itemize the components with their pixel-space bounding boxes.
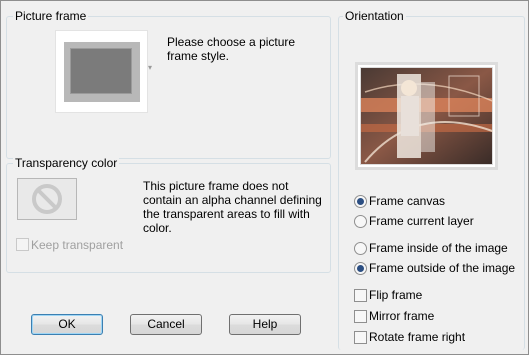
- orientation-preview-image: [355, 62, 498, 170]
- keep-transparent-label: Keep transparent: [31, 238, 124, 252]
- orientation-preview-art: [355, 62, 498, 170]
- transparency-color-swatch[interactable]: [17, 178, 77, 220]
- rotate-frame-right-checkbox[interactable]: [354, 331, 367, 344]
- picture-frame-group-title: Picture frame: [13, 9, 89, 23]
- frame-thumbnail: [64, 42, 140, 102]
- flip-frame-checkbox[interactable]: [354, 289, 367, 302]
- frame-current-layer-label: Frame current layer: [369, 214, 474, 228]
- keep-transparent-checkbox[interactable]: [16, 238, 29, 251]
- chevron-down-icon[interactable]: ▾: [148, 64, 154, 72]
- orientation-group-title: Orientation: [343, 9, 406, 23]
- mirror-frame-label: Mirror frame: [369, 309, 435, 323]
- ok-button[interactable]: OK: [31, 314, 103, 335]
- frame-canvas-radio[interactable]: [354, 195, 367, 208]
- frame-current-layer-radio[interactable]: [354, 215, 367, 228]
- transparency-color-group-title: Transparency color: [13, 156, 120, 170]
- frame-outside-label: Frame outside of the image: [369, 261, 516, 275]
- mirror-frame-checkbox[interactable]: [354, 310, 367, 323]
- help-button[interactable]: Help: [229, 314, 301, 335]
- frame-canvas-label: Frame canvas: [369, 194, 446, 208]
- picture-frame-dialog: Picture frame ▾ Please choose a picture …: [0, 0, 529, 355]
- cancel-button[interactable]: Cancel: [130, 314, 202, 335]
- frame-style-message: Please choose a picture frame style.: [167, 35, 296, 63]
- flip-frame-label: Flip frame: [369, 288, 423, 302]
- frame-inside-radio[interactable]: [354, 242, 367, 255]
- rotate-frame-right-label: Rotate frame right: [369, 330, 466, 344]
- frame-inside-label: Frame inside of the image: [369, 241, 508, 255]
- frame-style-picker[interactable]: [55, 30, 148, 113]
- no-symbol-icon: [32, 184, 62, 214]
- transparency-message: This picture frame does not contain an a…: [143, 179, 322, 235]
- frame-outside-radio[interactable]: [354, 262, 367, 275]
- frame-thumbnail-inner: [70, 48, 132, 94]
